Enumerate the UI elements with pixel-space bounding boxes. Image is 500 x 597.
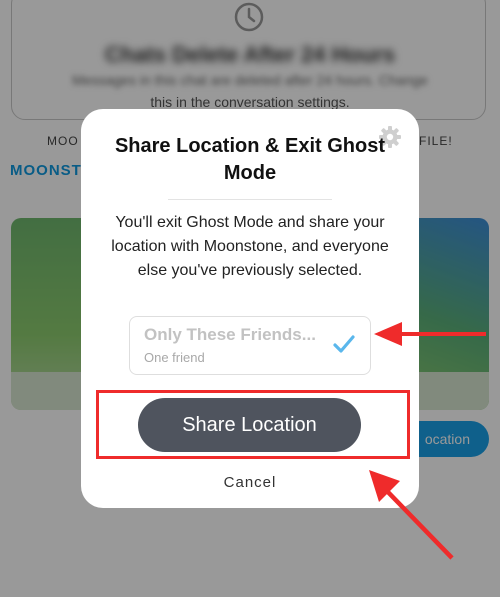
dialog-title: Share Location & Exit Ghost Mode <box>114 135 386 184</box>
audience-title: Only These Friends... <box>144 325 316 344</box>
highlight-annotation-box <box>96 390 410 459</box>
title-divider <box>168 199 332 200</box>
cancel-button[interactable]: Cancel <box>201 471 299 495</box>
dialog-message: You'll exit Ghost Mode and share your lo… <box>111 214 389 279</box>
audience-subtitle: One friend <box>144 350 205 365</box>
checkmark-icon <box>333 335 355 353</box>
audience-selector[interactable]: Only These Friends... One friend <box>129 316 371 375</box>
